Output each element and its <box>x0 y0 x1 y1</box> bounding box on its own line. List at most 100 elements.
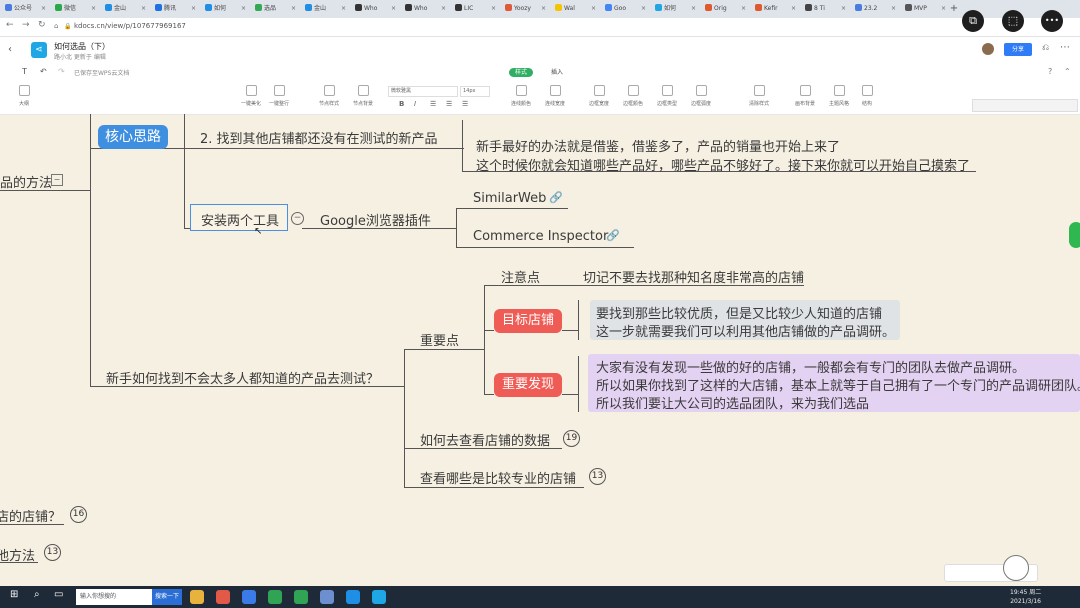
browser-tab[interactable]: Who × <box>402 2 448 16</box>
taskbar-search-input[interactable]: 输入你想搜的 <box>76 589 152 605</box>
align-center-icon[interactable]: ☰ <box>446 100 452 108</box>
tool-button[interactable]: 边框弧度 <box>683 85 719 107</box>
app-icon[interactable] <box>346 590 360 604</box>
link-icon[interactable]: 🔗 <box>549 191 563 204</box>
tab-close-icon[interactable]: × <box>341 2 346 16</box>
font-select[interactable]: 微软雅黑 <box>388 86 458 97</box>
floating-ball[interactable] <box>1003 555 1029 581</box>
overlay-more-icon[interactable]: ••• <box>1041 10 1063 32</box>
home-icon[interactable]: ⌂ <box>54 22 58 30</box>
tool-button[interactable]: 一键整行 <box>261 85 297 107</box>
node-check-data[interactable]: 如何去查看店铺的数据 <box>420 430 550 449</box>
node-methods[interactable]: 品的方法 <box>0 172 52 191</box>
app-icon[interactable] <box>216 590 230 604</box>
tab-close-icon[interactable]: × <box>441 2 446 16</box>
browser-tab[interactable]: 如何 × <box>202 2 248 16</box>
browser-tab[interactable]: 金山 × <box>302 2 348 16</box>
browser-tab[interactable]: 金山 × <box>102 2 148 16</box>
reload-icon[interactable]: ↻ <box>38 20 46 30</box>
tab-close-icon[interactable]: × <box>391 2 396 16</box>
app-icon[interactable] <box>372 590 386 604</box>
window-icon[interactable]: ⬚ <box>1002 10 1024 32</box>
node-similarweb[interactable]: SimilarWeb <box>473 191 546 206</box>
node-find-desc2[interactable]: 所以如果你找到了这样的大店铺，基本上就等于自己拥有了一个专门的产品调研团队。 <box>596 375 1080 394</box>
tool-button[interactable]: 大纲 <box>6 85 42 107</box>
align-right-icon[interactable]: ☰ <box>462 100 468 108</box>
forward-icon[interactable]: → <box>22 20 30 30</box>
tab-style[interactable]: 样式 <box>509 68 534 77</box>
back-chevron-icon[interactable]: ‹ <box>8 44 12 55</box>
node-newbie-question[interactable]: 新手如何找到不会太多人都知道的产品去测试？ <box>106 368 379 387</box>
tool-button[interactable]: 连线颜色 <box>503 85 539 107</box>
tab-close-icon[interactable]: × <box>691 2 696 16</box>
search-icon[interactable]: ⌕ <box>34 589 40 600</box>
node-shops[interactable]: 店的店铺？ <box>0 506 61 525</box>
tab-close-icon[interactable]: × <box>41 2 46 16</box>
tab-close-icon[interactable]: × <box>841 2 846 16</box>
format-painter-icon[interactable]: T <box>22 67 27 76</box>
collapse-icon[interactable]: − <box>51 174 63 186</box>
tab-close-icon[interactable]: × <box>641 2 646 16</box>
child-count-badge[interactable]: 19 <box>563 430 580 447</box>
browser-tab[interactable]: LIC × <box>452 2 498 16</box>
task-view-icon[interactable]: ▭ <box>54 589 63 600</box>
collapse-icon[interactable]: − <box>291 212 304 225</box>
tab-insert[interactable]: 插入 <box>545 68 569 77</box>
share-button[interactable]: 分享 <box>1004 43 1032 56</box>
browser-tab[interactable]: Who × <box>352 2 398 16</box>
browser-tab[interactable]: 23.2 × <box>852 2 898 16</box>
tool-button[interactable]: 节点样式 <box>311 85 347 107</box>
browser-tab[interactable]: Yoozy × <box>502 2 548 16</box>
node-step2-desc2[interactable]: 这个时候你就会知道哪些产品好，哪些产品不够好了。接下来你就可以开始自己摸索了 <box>476 155 970 174</box>
tab-close-icon[interactable]: × <box>191 2 196 16</box>
history-icon[interactable]: ⎌ <box>1042 43 1049 53</box>
avatar[interactable] <box>982 43 994 55</box>
tool-button[interactable]: 边框颜色 <box>615 85 651 107</box>
node-core-idea[interactable]: 核心思路 <box>98 125 168 149</box>
node-chrome-plugin[interactable]: Google浏览器插件 <box>320 210 431 229</box>
child-count-badge[interactable]: 13 <box>44 544 61 561</box>
pip-icon[interactable]: ⧉ <box>962 10 984 32</box>
help-icon[interactable]: ? <box>1048 67 1052 76</box>
browser-tab[interactable]: 公众号 × <box>2 2 48 16</box>
node-find-desc1[interactable]: 大家有没有发现一些做的好的店铺，一般都会有专门的团队去做产品调研。 <box>596 357 1025 376</box>
child-count-badge[interactable]: 13 <box>589 468 606 485</box>
node-key-find[interactable]: 重要发现 <box>494 373 562 397</box>
undo-icon[interactable]: ↶ <box>40 67 47 76</box>
taskbar-clock[interactable]: 19:45 周二 2021/3/16 <box>1010 588 1041 606</box>
tab-close-icon[interactable]: × <box>591 2 596 16</box>
redo-icon[interactable]: ↷ <box>58 67 65 76</box>
align-left-icon[interactable]: ☰ <box>430 100 436 108</box>
tab-close-icon[interactable]: × <box>941 2 946 16</box>
taskbar-search-button[interactable]: 搜索一下 <box>152 589 182 605</box>
tab-close-icon[interactable]: × <box>891 2 896 16</box>
browser-tab[interactable]: 微信 × <box>52 2 98 16</box>
new-tab-button[interactable]: + <box>948 2 960 16</box>
folder-icon[interactable] <box>190 590 204 604</box>
url-text[interactable]: kdocs.cn/view/p/107677969167 <box>74 22 186 30</box>
tab-close-icon[interactable]: × <box>141 2 146 16</box>
browser-tab[interactable]: 腾讯 × <box>152 2 198 16</box>
browser-tab[interactable]: 选品 × <box>252 2 298 16</box>
node-other-methods[interactable]: 他方法 <box>0 545 35 564</box>
tool-button[interactable]: 边框类型 <box>649 85 685 107</box>
link-icon[interactable]: 🔗 <box>606 229 620 242</box>
tool-button[interactable]: 清除样式 <box>741 85 777 107</box>
browser-icon[interactable] <box>242 590 256 604</box>
browser-tab[interactable]: MVP × <box>902 2 948 16</box>
app-icon[interactable] <box>320 590 334 604</box>
browser-icon[interactable] <box>294 590 308 604</box>
node-pro-shops[interactable]: 查看哪些是比较专业的店铺 <box>420 468 576 487</box>
browser-icon[interactable] <box>268 590 282 604</box>
tool-button[interactable]: 结构 <box>849 85 885 107</box>
browser-tab[interactable]: 8 Ti × <box>802 2 848 16</box>
browser-tab[interactable]: Goo × <box>602 2 648 16</box>
ime-toolbar[interactable] <box>972 99 1078 112</box>
tool-button[interactable]: 节点背景 <box>345 85 381 107</box>
font-size-select[interactable]: 14px <box>460 86 490 97</box>
doc-title[interactable]: 如何选品（下） <box>54 41 110 52</box>
browser-tab[interactable]: Wal × <box>552 2 598 16</box>
node-step2[interactable]: 2. 找到其他店铺都还没有在测试的新产品 <box>200 128 438 147</box>
back-icon[interactable]: ← <box>6 20 14 30</box>
bold-icon[interactable]: B <box>399 100 404 108</box>
